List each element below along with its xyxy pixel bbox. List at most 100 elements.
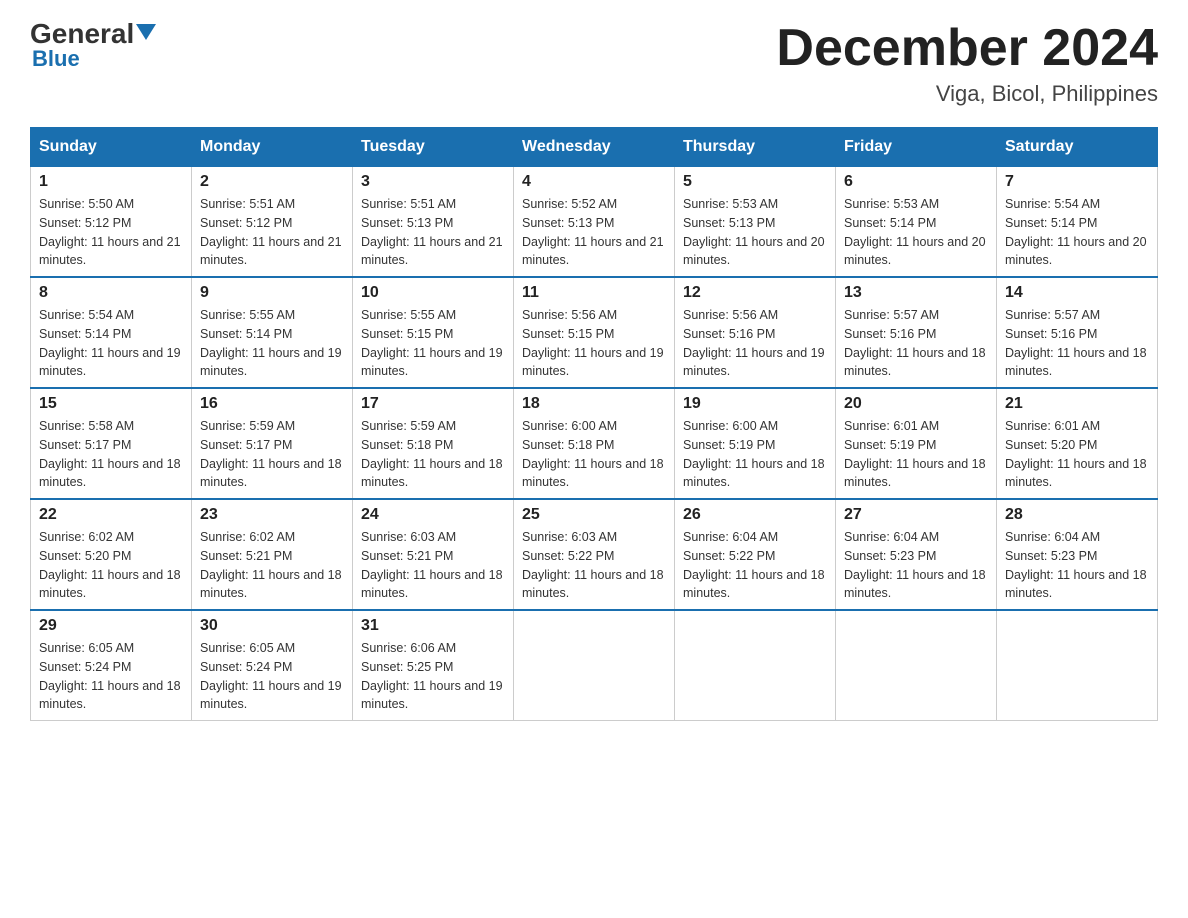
calendar-cell: 2 Sunrise: 5:51 AM Sunset: 5:12 PM Dayli…: [192, 167, 353, 278]
day-info: Sunrise: 6:03 AM Sunset: 5:21 PM Dayligh…: [361, 528, 505, 603]
calendar-cell: 10 Sunrise: 5:55 AM Sunset: 5:15 PM Dayl…: [353, 277, 514, 388]
calendar-cell: 9 Sunrise: 5:55 AM Sunset: 5:14 PM Dayli…: [192, 277, 353, 388]
day-number: 12: [683, 284, 827, 302]
day-number: 9: [200, 284, 344, 302]
day-info: Sunrise: 6:00 AM Sunset: 5:18 PM Dayligh…: [522, 417, 666, 492]
day-number: 21: [1005, 395, 1149, 413]
calendar-table: SundayMondayTuesdayWednesdayThursdayFrid…: [30, 127, 1158, 721]
calendar-header-friday: Friday: [836, 128, 997, 167]
calendar-cell: 1 Sunrise: 5:50 AM Sunset: 5:12 PM Dayli…: [31, 167, 192, 278]
calendar-cell: 8 Sunrise: 5:54 AM Sunset: 5:14 PM Dayli…: [31, 277, 192, 388]
day-number: 19: [683, 395, 827, 413]
calendar-cell: 7 Sunrise: 5:54 AM Sunset: 5:14 PM Dayli…: [997, 167, 1158, 278]
calendar-week-row-5: 29 Sunrise: 6:05 AM Sunset: 5:24 PM Dayl…: [31, 610, 1158, 721]
calendar-cell: 13 Sunrise: 5:57 AM Sunset: 5:16 PM Dayl…: [836, 277, 997, 388]
calendar-cell: 29 Sunrise: 6:05 AM Sunset: 5:24 PM Dayl…: [31, 610, 192, 721]
day-info: Sunrise: 5:56 AM Sunset: 5:16 PM Dayligh…: [683, 306, 827, 381]
day-number: 31: [361, 617, 505, 635]
day-info: Sunrise: 5:56 AM Sunset: 5:15 PM Dayligh…: [522, 306, 666, 381]
day-info: Sunrise: 6:02 AM Sunset: 5:21 PM Dayligh…: [200, 528, 344, 603]
title-section: December 2024 Viga, Bicol, Philippines: [776, 20, 1158, 107]
day-info: Sunrise: 6:04 AM Sunset: 5:23 PM Dayligh…: [1005, 528, 1149, 603]
calendar-subtitle: Viga, Bicol, Philippines: [776, 81, 1158, 107]
calendar-header-tuesday: Tuesday: [353, 128, 514, 167]
calendar-cell: 25 Sunrise: 6:03 AM Sunset: 5:22 PM Dayl…: [514, 499, 675, 610]
calendar-header-sunday: Sunday: [31, 128, 192, 167]
day-number: 15: [39, 395, 183, 413]
day-number: 16: [200, 395, 344, 413]
day-info: Sunrise: 6:01 AM Sunset: 5:19 PM Dayligh…: [844, 417, 988, 492]
calendar-cell: 22 Sunrise: 6:02 AM Sunset: 5:20 PM Dayl…: [31, 499, 192, 610]
day-info: Sunrise: 6:00 AM Sunset: 5:19 PM Dayligh…: [683, 417, 827, 492]
calendar-header-monday: Monday: [192, 128, 353, 167]
calendar-cell: 20 Sunrise: 6:01 AM Sunset: 5:19 PM Dayl…: [836, 388, 997, 499]
calendar-cell: 14 Sunrise: 5:57 AM Sunset: 5:16 PM Dayl…: [997, 277, 1158, 388]
calendar-title: December 2024: [776, 20, 1158, 77]
calendar-cell: 21 Sunrise: 6:01 AM Sunset: 5:20 PM Dayl…: [997, 388, 1158, 499]
day-info: Sunrise: 5:52 AM Sunset: 5:13 PM Dayligh…: [522, 195, 666, 270]
page-header: General Blue December 2024 Viga, Bicol, …: [30, 20, 1158, 107]
calendar-header-wednesday: Wednesday: [514, 128, 675, 167]
day-info: Sunrise: 5:50 AM Sunset: 5:12 PM Dayligh…: [39, 195, 183, 270]
calendar-cell: 6 Sunrise: 5:53 AM Sunset: 5:14 PM Dayli…: [836, 167, 997, 278]
day-info: Sunrise: 5:54 AM Sunset: 5:14 PM Dayligh…: [1005, 195, 1149, 270]
day-number: 6: [844, 173, 988, 191]
day-number: 1: [39, 173, 183, 191]
day-number: 3: [361, 173, 505, 191]
day-number: 8: [39, 284, 183, 302]
day-number: 23: [200, 506, 344, 524]
day-info: Sunrise: 5:55 AM Sunset: 5:15 PM Dayligh…: [361, 306, 505, 381]
day-number: 13: [844, 284, 988, 302]
calendar-cell: 31 Sunrise: 6:06 AM Sunset: 5:25 PM Dayl…: [353, 610, 514, 721]
calendar-cell: 27 Sunrise: 6:04 AM Sunset: 5:23 PM Dayl…: [836, 499, 997, 610]
calendar-cell: [514, 610, 675, 721]
calendar-cell: 23 Sunrise: 6:02 AM Sunset: 5:21 PM Dayl…: [192, 499, 353, 610]
day-number: 28: [1005, 506, 1149, 524]
calendar-header-row: SundayMondayTuesdayWednesdayThursdayFrid…: [31, 128, 1158, 167]
day-info: Sunrise: 5:54 AM Sunset: 5:14 PM Dayligh…: [39, 306, 183, 381]
day-info: Sunrise: 6:01 AM Sunset: 5:20 PM Dayligh…: [1005, 417, 1149, 492]
day-number: 24: [361, 506, 505, 524]
day-info: Sunrise: 5:53 AM Sunset: 5:13 PM Dayligh…: [683, 195, 827, 270]
day-number: 30: [200, 617, 344, 635]
calendar-cell: 11 Sunrise: 5:56 AM Sunset: 5:15 PM Dayl…: [514, 277, 675, 388]
calendar-cell: 4 Sunrise: 5:52 AM Sunset: 5:13 PM Dayli…: [514, 167, 675, 278]
calendar-cell: [836, 610, 997, 721]
calendar-cell: 16 Sunrise: 5:59 AM Sunset: 5:17 PM Dayl…: [192, 388, 353, 499]
day-info: Sunrise: 5:59 AM Sunset: 5:17 PM Dayligh…: [200, 417, 344, 492]
calendar-header-thursday: Thursday: [675, 128, 836, 167]
calendar-cell: 18 Sunrise: 6:00 AM Sunset: 5:18 PM Dayl…: [514, 388, 675, 499]
day-info: Sunrise: 5:51 AM Sunset: 5:12 PM Dayligh…: [200, 195, 344, 270]
calendar-week-row-1: 1 Sunrise: 5:50 AM Sunset: 5:12 PM Dayli…: [31, 167, 1158, 278]
day-info: Sunrise: 6:03 AM Sunset: 5:22 PM Dayligh…: [522, 528, 666, 603]
day-info: Sunrise: 6:05 AM Sunset: 5:24 PM Dayligh…: [39, 639, 183, 714]
day-number: 14: [1005, 284, 1149, 302]
day-number: 10: [361, 284, 505, 302]
logo-blue: Blue: [32, 46, 80, 72]
calendar-cell: 3 Sunrise: 5:51 AM Sunset: 5:13 PM Dayli…: [353, 167, 514, 278]
day-info: Sunrise: 5:53 AM Sunset: 5:14 PM Dayligh…: [844, 195, 988, 270]
calendar-cell: 28 Sunrise: 6:04 AM Sunset: 5:23 PM Dayl…: [997, 499, 1158, 610]
calendar-week-row-2: 8 Sunrise: 5:54 AM Sunset: 5:14 PM Dayli…: [31, 277, 1158, 388]
logo-triangle-icon: [136, 24, 156, 40]
day-number: 25: [522, 506, 666, 524]
calendar-cell: 30 Sunrise: 6:05 AM Sunset: 5:24 PM Dayl…: [192, 610, 353, 721]
day-number: 11: [522, 284, 666, 302]
day-number: 26: [683, 506, 827, 524]
day-info: Sunrise: 6:06 AM Sunset: 5:25 PM Dayligh…: [361, 639, 505, 714]
calendar-cell: 5 Sunrise: 5:53 AM Sunset: 5:13 PM Dayli…: [675, 167, 836, 278]
calendar-cell: 26 Sunrise: 6:04 AM Sunset: 5:22 PM Dayl…: [675, 499, 836, 610]
calendar-header-saturday: Saturday: [997, 128, 1158, 167]
day-number: 22: [39, 506, 183, 524]
day-number: 5: [683, 173, 827, 191]
day-number: 20: [844, 395, 988, 413]
day-info: Sunrise: 6:02 AM Sunset: 5:20 PM Dayligh…: [39, 528, 183, 603]
logo: General Blue: [30, 20, 156, 72]
calendar-cell: 17 Sunrise: 5:59 AM Sunset: 5:18 PM Dayl…: [353, 388, 514, 499]
day-info: Sunrise: 5:55 AM Sunset: 5:14 PM Dayligh…: [200, 306, 344, 381]
day-number: 17: [361, 395, 505, 413]
day-info: Sunrise: 5:59 AM Sunset: 5:18 PM Dayligh…: [361, 417, 505, 492]
calendar-cell: 15 Sunrise: 5:58 AM Sunset: 5:17 PM Dayl…: [31, 388, 192, 499]
day-number: 4: [522, 173, 666, 191]
calendar-week-row-3: 15 Sunrise: 5:58 AM Sunset: 5:17 PM Dayl…: [31, 388, 1158, 499]
